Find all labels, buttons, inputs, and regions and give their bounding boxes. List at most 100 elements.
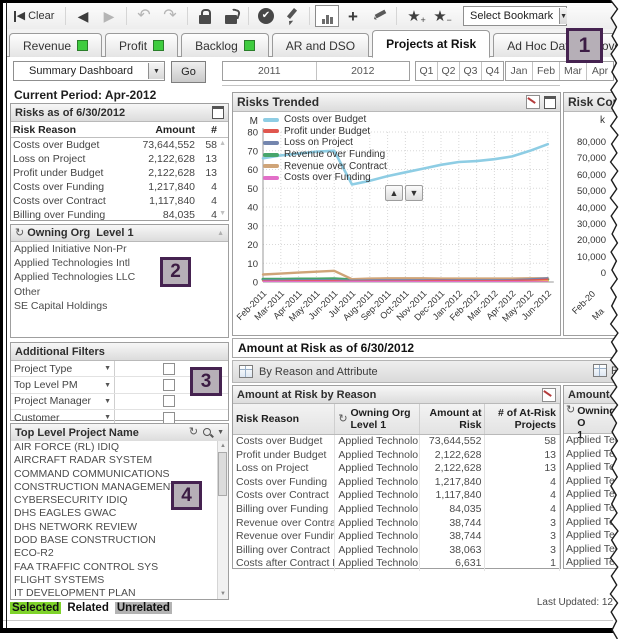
quarter-option[interactable]: Q4 [482,62,503,80]
col-risk-reason[interactable]: Risk Reason [13,124,129,136]
annotate-button[interactable] [366,5,392,27]
list-item[interactable]: Applied Initiative Non-Pr [11,242,228,256]
table-row[interactable]: Applied Tec [564,488,618,502]
sheet-tab[interactable]: Ad Hoc Data Discovery [493,33,625,57]
redo-button[interactable]: ↷ [157,5,183,27]
cyclic-group-icon[interactable]: ↻ [15,228,24,239]
table-row[interactable]: Applied Tec [564,543,618,557]
restore-window-icon[interactable] [544,96,556,109]
list-item[interactable]: Applied Technologies Intl [11,256,228,270]
amount-right-caption[interactable]: Amount at R [564,386,618,404]
export-icon[interactable] [542,388,556,402]
risks-trended-caption[interactable]: Risks Trended [233,93,560,112]
project-name-caption[interactable]: Top Level Project Name ↻ ▼ [11,424,228,442]
table-row[interactable]: Billing over Contract Applied Technolo 3… [233,544,560,558]
search-icon[interactable] [202,427,213,438]
apply-selection-button[interactable]: ✔ [253,5,279,27]
table-row[interactable]: Billing over Funding 84,035 4 [11,208,228,222]
table-row[interactable]: Costs after Contract E Applied Technolo … [233,557,560,571]
legend-entry[interactable]: Costs over Budget [263,114,387,126]
undo-button[interactable]: ↶ [131,5,157,27]
restore-window-icon[interactable] [212,106,224,119]
filter-checkbox[interactable] [163,363,175,375]
chart-tool-button[interactable] [314,5,340,27]
month-option[interactable]: Apr [587,62,613,80]
scroll-up-button[interactable]: ▲ [385,185,403,201]
month-option[interactable]: Mar [560,62,587,80]
col-amount[interactable]: Amount [129,124,195,136]
legend-entry[interactable]: Loss on Project [263,137,387,149]
report-selector[interactable]: Summary Dashboard ▼ [13,61,165,81]
owning-org-caption[interactable]: ↻ Owning Org Level 1 ▲ [11,225,228,242]
table-row[interactable]: Applied Tec [564,556,618,570]
scroll-down-icon[interactable]: ▼ [219,210,226,217]
report-selector-caret[interactable]: ▼ [148,63,164,79]
list-item[interactable]: FAA TRAFFIC CONTROL SYS [11,561,218,574]
col-risk-reason[interactable]: Risk Reason [233,404,335,434]
back-button[interactable]: ◀ [70,5,96,27]
table-row[interactable]: Loss on Project 2,122,628 13 [11,152,228,166]
container-tab-icon[interactable] [239,365,253,378]
go-button[interactable]: Go [171,61,206,83]
scrollbar[interactable]: ▲ ▼ [217,441,228,599]
quarter-option[interactable]: Q3 [460,62,482,80]
bookmark-select-caret[interactable]: ▼ [559,8,567,24]
unlock-button[interactable] [218,5,244,27]
table-row[interactable]: Billing over Funding Applied Technolo 84… [233,503,560,517]
filter-dropdown[interactable]: Project Type ▼ [11,361,115,376]
table-row[interactable]: Applied Tec [564,434,618,448]
lock-button[interactable] [192,5,218,27]
list-item[interactable]: Applied Technologies LLC [11,270,228,284]
table-row[interactable]: Costs over Contract 1,117,840 4 [11,194,228,208]
mode-bar-right-tab[interactable]: Ris [593,364,625,377]
sheet-tab[interactable]: Projects at Risk [372,30,490,58]
list-item[interactable]: AIRCRAFT RADAR SYSTEM [11,454,218,467]
table-row[interactable]: Costs over Funding 1,217,840 4 [11,180,228,194]
list-item[interactable]: ECO-R2 [11,547,218,560]
col-at-risk-projects[interactable]: # of At-Risk Projects [485,404,560,434]
filter-dropdown[interactable]: Project Manager ▼ [11,394,115,409]
legend-entry[interactable]: Profit under Budget [263,126,387,138]
add-bookmark-button[interactable]: ★+ [401,5,427,27]
month-option[interactable]: Feb [533,62,560,80]
list-item[interactable]: DHS NETWORK REVIEW [11,521,218,534]
table-row[interactable]: Profit under Budget 2,122,628 13 [11,166,228,180]
chevron-down-icon[interactable]: ▼ [217,429,224,436]
risk-con-caption[interactable]: Risk Con [564,93,618,112]
sheet-tab[interactable]: Backlog [181,33,269,57]
list-item[interactable]: IT DEVELOPMENT PLAN [11,587,218,599]
sheet-tab[interactable]: Revenue [9,33,102,57]
refresh-icon[interactable]: ↻ [189,427,198,438]
sheet-tab[interactable]: Profit [105,33,178,57]
list-item[interactable]: AIR FORCE (RL) IDIQ [11,441,218,454]
table-row[interactable]: Costs over Funding Applied Technolo 1,21… [233,476,560,490]
col-owning-org[interactable]: ↻ Owning Org Level 1 [335,404,419,434]
quarter-option[interactable]: Q1 [416,62,438,80]
quarter-option[interactable]: Q2 [438,62,460,80]
risks-summary-caption[interactable]: Risks as of 6/30/2012 [11,104,228,122]
forward-button[interactable]: ▶ [96,5,122,27]
scroll-up-icon[interactable]: ▲ [218,441,228,451]
table-row[interactable]: Applied Tec [564,475,618,489]
table-row[interactable]: Costs over Contract Applied Technolo 1,1… [233,489,560,503]
amount-by-reason-caption[interactable]: Amount at Risk by Reason [233,386,560,404]
table-row[interactable]: Revenue over Fundin Applied Technolo 38,… [233,530,560,544]
table-row[interactable]: Loss on Project Applied Technolo 2,122,6… [233,462,560,476]
cyclic-group-icon[interactable]: ↻ [338,414,347,425]
export-icon[interactable] [526,95,540,109]
filter-checkbox[interactable] [163,395,175,407]
scrollbar-thumb[interactable] [218,452,227,496]
list-item[interactable]: FLIGHT SYSTEMS [11,574,218,587]
scroll-down-button[interactable]: ▼ [405,185,423,201]
scroll-down-icon[interactable]: ▼ [218,589,228,599]
filter-checkbox[interactable] [163,379,175,391]
table-row[interactable]: Costs over Budget Applied Technolo 73,64… [233,435,560,449]
list-item[interactable]: COMMAND COMMUNICATIONS [11,468,218,481]
scroll-up-icon[interactable]: ▲ [219,140,226,147]
legend-entry[interactable]: Costs over Funding [263,172,387,184]
table-row[interactable]: Applied Tec [564,502,618,516]
clear-selections-button[interactable]: ◀ Clear [7,5,61,27]
col-count[interactable]: # [195,124,217,136]
month-option[interactable]: Jan [506,62,533,80]
year-option[interactable]: 2012 [317,62,410,80]
